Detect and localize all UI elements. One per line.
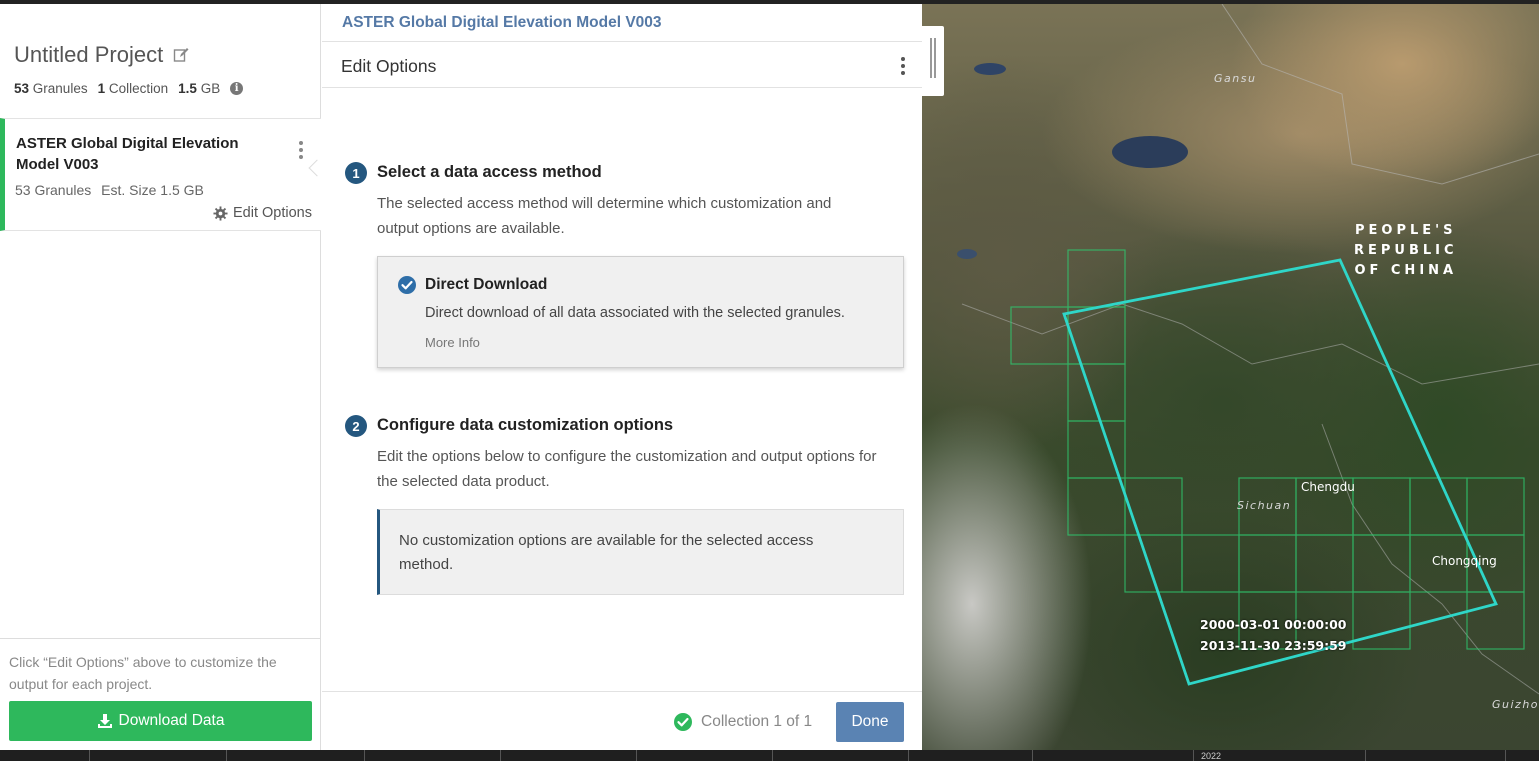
step-description-1: The selected access method will determin… <box>377 195 832 237</box>
granule-label: Granules <box>32 81 88 96</box>
step-title-1: Select a data access method <box>377 163 602 181</box>
step-description-2: Edit the options below to configure the … <box>377 448 877 490</box>
step-number-1: 1 <box>345 162 367 184</box>
panel-menu-icon[interactable] <box>900 57 906 75</box>
step-number-2: 2 <box>345 415 367 437</box>
map-label-country: PEOPLE'S REPUBLIC OF CHINA <box>1354 221 1458 281</box>
edit-options-link[interactable]: Edit Options <box>213 205 312 221</box>
lake-shape <box>957 249 977 259</box>
panel-collection-title[interactable]: ASTER Global Digital Elevation Model V00… <box>342 14 662 32</box>
access-method-direct-download[interactable]: Direct Download Direct download of all d… <box>377 256 904 368</box>
province-border <box>1321 423 1539 695</box>
province-border <box>961 303 1539 385</box>
temporal-range-label: 2000-03-01 00:00:00 2013-11-30 23:59:59 <box>1200 614 1347 656</box>
collection-status: Collection 1 of 1 <box>674 713 812 731</box>
edit-icon[interactable] <box>173 47 189 63</box>
done-button[interactable]: Done <box>836 702 904 742</box>
country-line-2: REPUBLIC <box>1354 243 1458 258</box>
map-label-sichuan: Sichuan <box>1237 499 1292 512</box>
lake-shape <box>1112 136 1188 168</box>
notice-text: No customization options are available f… <box>399 532 814 573</box>
map-view[interactable]: Gansu PEOPLE'S REPUBLIC OF CHINA Chengdu… <box>922 4 1539 750</box>
edit-options-label: Edit Options <box>233 205 312 221</box>
edit-options-hint: Click “Edit Options” above to customize … <box>9 654 277 692</box>
access-method-description: Direct download of all data associated w… <box>425 305 845 321</box>
access-method-title: Direct Download <box>425 276 548 293</box>
map-label-guizhou: Guizho <box>1492 698 1539 711</box>
gear-icon <box>213 205 228 221</box>
timeline-year-label: 2022 <box>1201 751 1222 761</box>
download-data-label: Download Data <box>118 712 225 729</box>
province-border <box>1221 4 1539 185</box>
step-title-2: Configure data customization options <box>377 416 674 434</box>
collection-est-size: Est. Size 1.5 GB <box>101 182 204 198</box>
panel-subheader: Edit Options <box>322 42 922 88</box>
timeline-bar[interactable]: 2022 <box>0 750 1539 761</box>
panel-resize-handle[interactable] <box>922 26 944 96</box>
size-value: 1.5 <box>178 81 197 96</box>
temporal-end: 2013-11-30 23:59:59 <box>1200 638 1347 653</box>
collection-title: ASTER Global Digital Elevation Model V00… <box>16 135 239 173</box>
collection-granules: 53 Granules <box>15 182 92 198</box>
project-sidebar: Untitled Project 53 Granules 1 Collectio… <box>0 4 321 750</box>
collection-label: Collection <box>108 81 169 96</box>
info-icon[interactable]: i <box>230 82 244 95</box>
download-data-button[interactable]: Download Data <box>9 701 312 741</box>
collection-meta: 53 Granules Est. Size 1.5 GB <box>15 182 210 198</box>
panel-header: ASTER Global Digital Elevation Model V00… <box>322 4 922 42</box>
map-label-chengdu: Chengdu <box>1301 480 1355 494</box>
sidebar-footer: Click “Edit Options” above to customize … <box>0 638 321 750</box>
country-line-1: PEOPLE'S <box>1355 223 1457 238</box>
more-info-link[interactable]: More Info <box>425 335 480 350</box>
project-summary: 53 Granules 1 Collection 1.5 GB i <box>14 81 244 96</box>
edit-options-panel: ASTER Global Digital Elevation Model V00… <box>322 4 922 750</box>
panel-footer: Collection 1 of 1 Done <box>322 691 922 750</box>
project-title[interactable]: Untitled Project <box>14 42 189 68</box>
size-unit: GB <box>200 81 221 96</box>
temporal-start: 2000-03-01 00:00:00 <box>1200 617 1347 632</box>
collection-card[interactable]: ASTER Global Digital Elevation Model V00… <box>0 118 321 231</box>
country-line-3: OF CHINA <box>1354 263 1458 278</box>
collection-menu-icon[interactable] <box>298 141 304 159</box>
check-circle-icon <box>674 713 692 731</box>
check-circle-icon <box>398 276 416 294</box>
download-icon <box>97 714 112 728</box>
map-label-gansu: Gansu <box>1214 72 1257 85</box>
collection-count: 1 <box>97 81 106 96</box>
project-title-text[interactable]: Untitled Project <box>14 42 163 68</box>
no-customization-notice: No customization options are available f… <box>377 509 904 595</box>
lake-shape <box>974 63 1006 75</box>
panel-subtitle: Edit Options <box>341 56 437 76</box>
map-label-chongqing: Chongqing <box>1432 554 1497 568</box>
granule-count: 53 <box>14 81 30 96</box>
collection-status-text: Collection 1 of 1 <box>701 713 813 730</box>
